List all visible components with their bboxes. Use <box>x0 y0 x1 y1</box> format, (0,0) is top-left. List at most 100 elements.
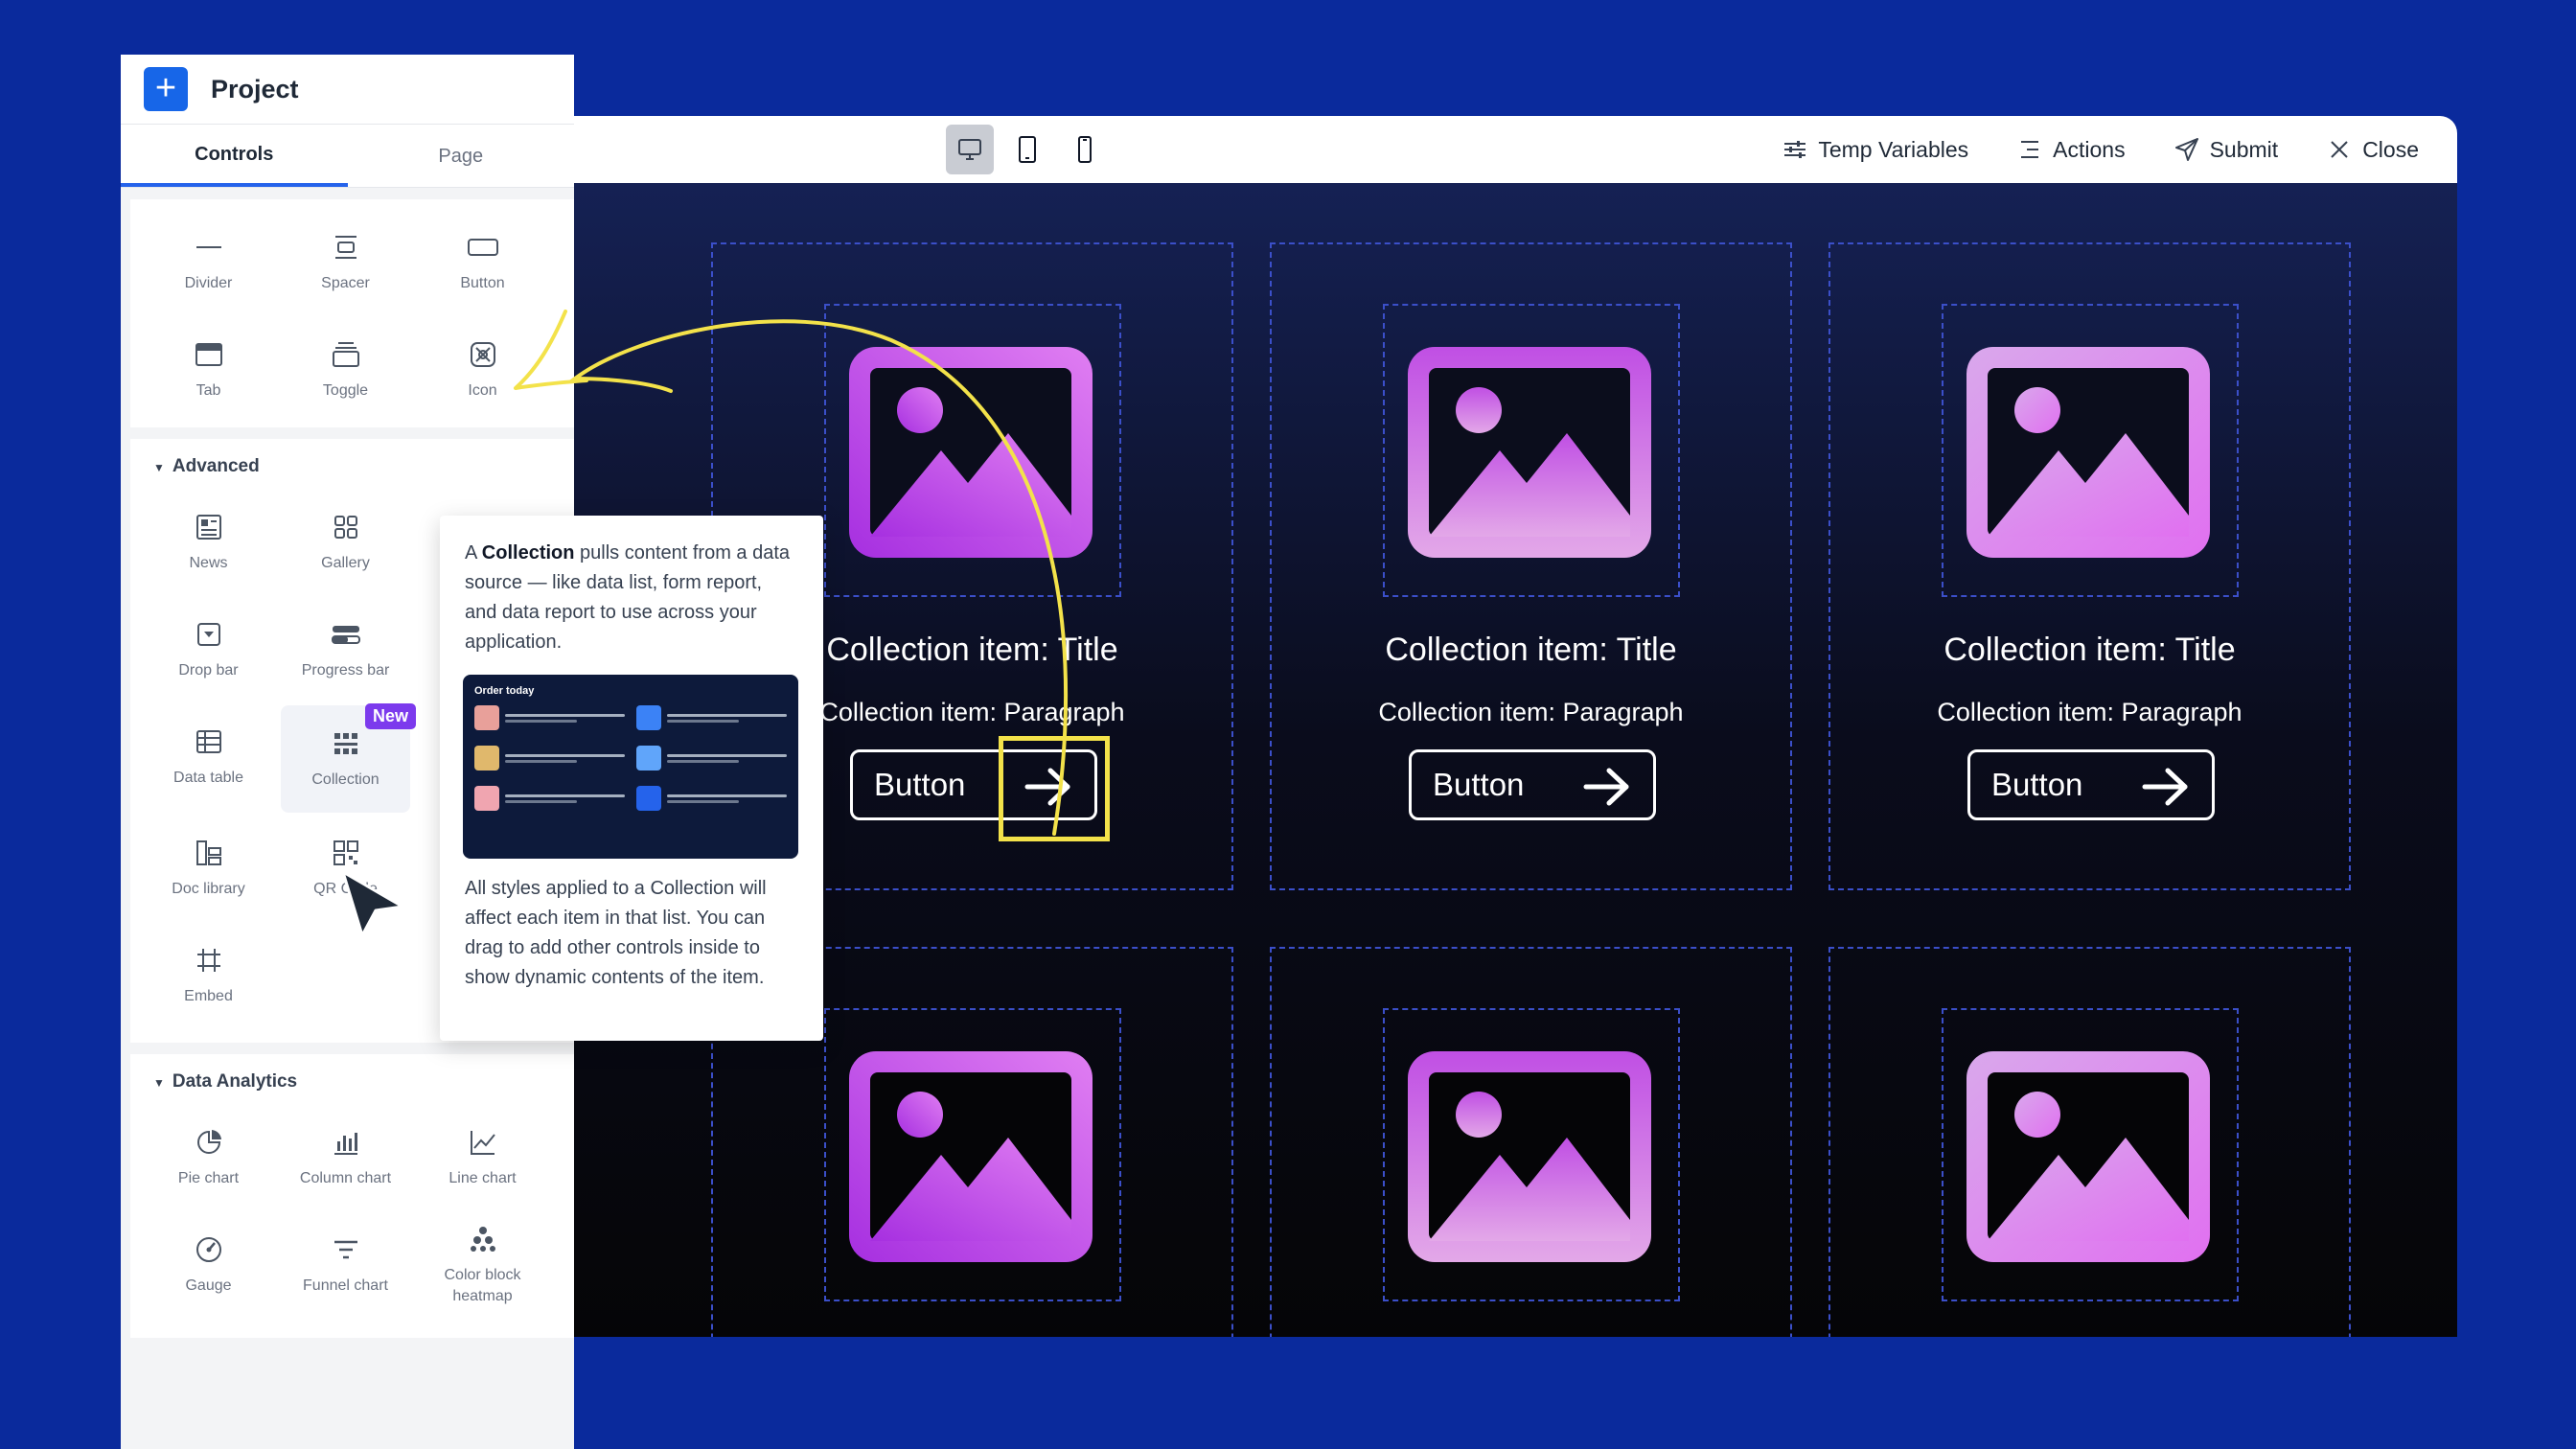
temp-variables-label: Temp Variables <box>1818 136 1969 162</box>
caret-down-icon: ▼ <box>153 461 165 474</box>
preview-item <box>636 705 787 730</box>
heatmap-icon <box>470 1227 495 1252</box>
basic-controls-section: Divider Spacer Button Tab Toggle Icon <box>130 199 574 427</box>
progress-bar-icon <box>331 626 360 644</box>
device-switcher <box>946 125 1109 174</box>
actions-button[interactable]: Actions <box>2016 136 2126 163</box>
send-icon <box>2174 138 2198 161</box>
control-label: Button <box>460 275 505 291</box>
image-placeholder[interactable] <box>824 304 1121 597</box>
image-icon <box>1408 347 1651 558</box>
image-icon <box>1408 1051 1651 1262</box>
news-icon <box>196 515 221 540</box>
control-label: Spacer <box>321 275 370 291</box>
caret-down-icon: ▼ <box>153 1076 165 1090</box>
control-label: Data table <box>173 770 243 786</box>
image-placeholder[interactable] <box>1942 1008 2239 1301</box>
control-icon[interactable]: Icon <box>414 316 551 424</box>
control-funnel-chart[interactable]: Funnel chart <box>277 1211 414 1319</box>
tablet-view-button[interactable] <box>1003 125 1051 174</box>
tooltip-intro: A Collection pulls content from a data s… <box>465 539 798 657</box>
control-color-block-heatmap[interactable]: Color block heatmap <box>414 1211 551 1319</box>
close-icon <box>2331 141 2348 158</box>
arrow-right-icon <box>1583 768 1629 806</box>
control-progress-bar[interactable]: Progress bar <box>277 596 414 703</box>
control-button[interactable]: Button <box>414 209 551 316</box>
control-doc-library[interactable]: Doc library <box>140 815 277 922</box>
control-tab[interactable]: Tab <box>140 316 277 424</box>
funnel-chart-icon <box>334 1240 357 1259</box>
image-icon <box>849 1051 1092 1262</box>
close-button[interactable]: Close <box>2326 136 2419 163</box>
tab-icon <box>195 343 222 366</box>
button-label: Button <box>874 767 966 802</box>
collection-item-paragraph: Collection item: Paragraph <box>1937 698 2242 726</box>
submit-button[interactable]: Submit <box>2174 136 2278 163</box>
control-spacer[interactable]: Spacer <box>277 209 414 316</box>
collection-item-title: Collection item: Title <box>1385 632 1677 668</box>
mobile-icon <box>1078 136 1092 163</box>
control-line-chart[interactable]: Line chart <box>414 1104 551 1211</box>
gallery-icon <box>334 516 357 539</box>
design-canvas[interactable]: Collection item: Title Collection item: … <box>574 183 2457 1337</box>
control-news[interactable]: News <box>140 489 277 596</box>
data-table-icon <box>196 730 221 753</box>
control-gallery[interactable]: Gallery <box>277 489 414 596</box>
add-icon[interactable]: + <box>144 67 188 111</box>
tab-controls[interactable]: Controls <box>121 125 348 187</box>
desktop-view-button[interactable] <box>946 125 994 174</box>
control-label: Progress bar <box>301 662 390 678</box>
collection-item-card[interactable] <box>1270 947 1792 1337</box>
temp-variables-button[interactable]: Temp Variables <box>1782 136 1968 163</box>
data-analytics-section: ▼ Data Analytics Pie chart Column chart L… <box>130 1054 574 1338</box>
mobile-view-button[interactable] <box>1061 125 1109 174</box>
control-embed[interactable]: Embed <box>140 922 277 1029</box>
preview-title: Order today <box>474 685 535 697</box>
highlight-annotation <box>999 736 1110 841</box>
control-label: Line chart <box>448 1170 517 1186</box>
control-data-table[interactable]: Data table <box>140 703 277 811</box>
collection-item-card[interactable] <box>1828 947 2351 1337</box>
drop-bar-icon <box>196 623 220 646</box>
control-label: Funnel chart <box>303 1277 388 1294</box>
preview-item <box>474 705 625 730</box>
control-toggle[interactable]: Toggle <box>277 316 414 424</box>
section-header[interactable]: ▼ Data Analytics <box>130 1054 574 1104</box>
new-badge: New <box>364 703 416 729</box>
section-title: Advanced <box>172 456 260 476</box>
image-placeholder[interactable] <box>1942 304 2239 597</box>
preview-item <box>474 786 625 811</box>
project-title: Project <box>211 74 299 104</box>
control-pie-chart[interactable]: Pie chart <box>140 1104 277 1211</box>
section-title: Data Analytics <box>172 1071 298 1092</box>
control-label: Divider <box>184 275 233 291</box>
control-gauge[interactable]: Gauge <box>140 1211 277 1319</box>
image-icon <box>1966 1051 2210 1262</box>
collection-preview-image: Order today <box>463 675 798 859</box>
divider-icon <box>196 246 221 248</box>
section-header[interactable]: ▼ Advanced <box>130 439 574 489</box>
collection-icon <box>334 733 357 754</box>
control-label: Gauge <box>185 1277 232 1294</box>
control-column-chart[interactable]: Column chart <box>277 1104 414 1211</box>
collection-item-button[interactable]: Button <box>1967 749 2215 820</box>
tooltip-text: A <box>465 542 482 564</box>
collection-item-card[interactable]: Collection item: Title Collection item: … <box>1828 242 2351 890</box>
control-label: Toggle <box>322 382 369 399</box>
control-label: News <box>189 555 228 571</box>
control-collection[interactable]: New Collection <box>281 703 416 813</box>
control-label: Drop bar <box>178 662 239 678</box>
image-placeholder[interactable] <box>1383 304 1680 597</box>
collection-item-button[interactable]: Button <box>1409 749 1656 820</box>
collection-item-card[interactable]: Collection item: Title Collection item: … <box>1270 242 1792 890</box>
control-label: Embed <box>184 988 233 1004</box>
control-drop-bar[interactable]: Drop bar <box>140 596 277 703</box>
preview-item <box>474 746 625 770</box>
image-placeholder[interactable] <box>1383 1008 1680 1301</box>
collection-item-paragraph: Collection item: Paragraph <box>1378 698 1684 726</box>
close-label: Close <box>2362 136 2419 162</box>
control-divider[interactable]: Divider <box>140 209 277 316</box>
panel-tabs: Controls Page <box>121 125 574 188</box>
tab-page[interactable]: Page <box>348 125 575 187</box>
image-placeholder[interactable] <box>824 1008 1121 1301</box>
